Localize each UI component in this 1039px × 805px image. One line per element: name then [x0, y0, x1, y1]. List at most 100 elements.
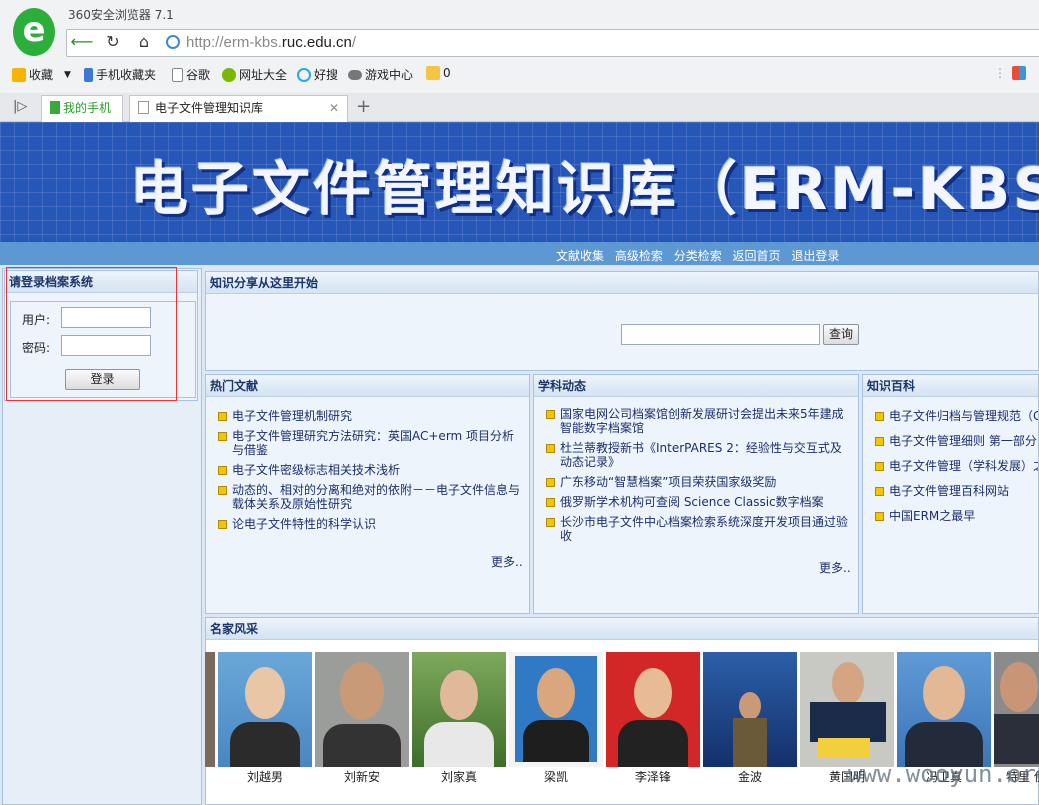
tab-my-phone[interactable]: 我的手机: [41, 95, 123, 122]
list-item[interactable]: 中国ERM之最早: [875, 509, 1032, 523]
globe-icon: [166, 35, 180, 49]
bookmark-label: 谷歌: [186, 68, 211, 82]
news-title: 学科动态: [534, 375, 858, 397]
bookmark-favorites[interactable]: 收藏 ▼: [12, 66, 71, 83]
bookmark-haosou[interactable]: 好搜: [297, 66, 338, 83]
bookmark-sites[interactable]: 网址大全: [222, 66, 287, 83]
back-icon[interactable]: ⟵: [70, 31, 94, 53]
bullet-icon: [218, 486, 227, 495]
list-item[interactable]: 广东移动“智慧档案”项目荣获国家级奖励: [546, 475, 852, 489]
expert-photo[interactable]: [897, 652, 991, 767]
tab-label: 我的手机: [63, 101, 112, 115]
menu-advanced-search[interactable]: 高级检索: [615, 249, 663, 263]
menu-collect[interactable]: 文献收集: [556, 249, 604, 263]
watermark: www.wooyun.org: [848, 760, 1039, 788]
list-item[interactable]: 国家电网公司档案馆创新发展研讨会提出未来5年建成智能数字档案馆: [546, 407, 852, 435]
page-icon: [138, 101, 149, 114]
expert-photo[interactable]: [412, 652, 506, 767]
news-panel: 学科动态 国家电网公司档案馆创新发展研讨会提出未来5年建成智能数字档案馆 杜兰蒂…: [533, 374, 859, 614]
tab-erm-kbs[interactable]: 电子文件管理知识库 ✕: [129, 95, 348, 122]
site-banner: 电子文件管理知识库（ERM-KBS: [0, 122, 1039, 242]
bullet-icon: [875, 487, 884, 496]
search-button[interactable]: 查询: [823, 324, 859, 345]
url-path: /: [351, 34, 357, 51]
url-scheme: http://erm-kbs.: [186, 34, 282, 51]
wiki-title: 知识百科: [863, 375, 1038, 397]
bullet-icon: [546, 410, 555, 419]
expert-photo[interactable]: [509, 652, 603, 767]
list-item[interactable]: 电子文件管理（学科发展）之: [875, 459, 1038, 473]
search-icon: [297, 67, 311, 82]
list-item[interactable]: 电子文件管理细则 第一部分: [875, 434, 1037, 448]
browser-logo-icon[interactable]: e: [13, 8, 55, 56]
list-item[interactable]: 电子文件密级标志相关技术浅析: [218, 463, 523, 477]
bookmark-mobile[interactable]: 手机收藏夹: [84, 66, 156, 83]
expert-photo[interactable]: [703, 652, 797, 767]
search-title: 知识分享从这里开始: [206, 272, 1038, 294]
list-item[interactable]: 论电子文件特性的科学认识: [218, 517, 523, 531]
bullet-icon: [875, 512, 884, 521]
highlight-box: [6, 267, 177, 401]
news-more-link[interactable]: 更多..: [819, 559, 851, 576]
home-icon[interactable]: ⌂: [132, 31, 156, 53]
menu-logout[interactable]: 退出登录: [791, 249, 839, 263]
bullet-icon: [546, 444, 555, 453]
list-item[interactable]: 电子文件管理研究方法研究：英国AC+erm 项目分析与借鉴: [218, 429, 523, 457]
expert-name[interactable]: 李泽锋: [606, 768, 700, 785]
extension-icon[interactable]: [1012, 66, 1026, 80]
bullet-icon: [546, 498, 555, 507]
sites-icon: [222, 67, 236, 82]
hot-more-link[interactable]: 更多..: [491, 553, 523, 570]
bookmark-label: 0: [443, 66, 451, 80]
url-text[interactable]: http://erm-kbs.ruc.edu.cn/: [186, 34, 356, 51]
bookmark-google[interactable]: 谷歌: [172, 66, 210, 83]
expert-photo[interactable]: [315, 652, 409, 767]
site-menu: 文献收集 高级检索 分类检索 返回首页 退出登录: [0, 242, 1039, 265]
expert-photo[interactable]: [994, 652, 1039, 767]
expert-name[interactable]: 梁凯: [509, 768, 603, 785]
phone-icon: [50, 101, 60, 114]
list-item[interactable]: 电子文件归档与管理规范（G: [875, 409, 1038, 423]
bookmark-label: 手机收藏夹: [96, 68, 157, 82]
tab-label: 电子文件管理知识库: [155, 101, 264, 115]
expert-photo[interactable]: [205, 652, 215, 767]
sidebar-toggle-icon[interactable]: |▷: [13, 99, 27, 114]
bookmark-label: 好搜: [314, 68, 339, 82]
new-tab-icon[interactable]: +: [356, 96, 371, 117]
more-icon[interactable]: ⋮: [994, 66, 1006, 80]
bookmark-games[interactable]: 游戏中心: [348, 66, 413, 83]
search-input[interactable]: [621, 324, 820, 345]
expert-photo[interactable]: [800, 652, 894, 767]
expert-name[interactable]: 金波: [703, 768, 797, 785]
refresh-icon[interactable]: ↻: [101, 31, 125, 53]
close-icon[interactable]: ✕: [329, 96, 339, 121]
bookmark-label: 网址大全: [239, 68, 288, 82]
list-item[interactable]: 杜兰蒂教授新书《InterPARES 2：经验性与交互式及动态记录》: [546, 441, 852, 469]
bookmark-folder[interactable]: 0: [426, 66, 451, 80]
page-icon: [172, 67, 183, 82]
expert-photo[interactable]: [218, 652, 312, 767]
expert-photo[interactable]: [606, 652, 700, 767]
bullet-icon: [218, 412, 227, 421]
url-host: ruc.edu.cn: [281, 34, 352, 51]
hot-panel: 热门文献 电子文件管理机制研究 电子文件管理研究方法研究：英国AC+erm 项目…: [205, 374, 530, 614]
bullet-icon: [546, 518, 555, 527]
list-item[interactable]: 动态的、相对的分离和绝对的依附－－电子文件信息与载体关系及原始性研究: [218, 483, 523, 511]
list-item[interactable]: 电子文件管理百科网站: [875, 484, 1032, 498]
menu-category-search[interactable]: 分类检索: [674, 249, 722, 263]
wiki-panel: 知识百科 电子文件归档与管理规范（G 电子文件管理细则 第一部分 电子文件管理（…: [862, 374, 1039, 614]
list-item[interactable]: 俄罗斯学术机构可查阅 Science Classic数字档案: [546, 495, 852, 509]
expert-name[interactable]: 刘家真: [412, 768, 506, 785]
list-item[interactable]: 电子文件管理机制研究: [218, 409, 523, 423]
list-item[interactable]: 长沙市电子文件中心档案检索系统深度开发项目通过验收: [546, 515, 852, 543]
folder-icon: [426, 66, 440, 80]
bullet-icon: [875, 437, 884, 446]
expert-name[interactable]: 刘越男: [218, 768, 312, 785]
phone-icon: [84, 67, 93, 82]
menu-home[interactable]: 返回首页: [733, 249, 781, 263]
dropdown-icon[interactable]: ▼: [64, 70, 71, 80]
bullet-icon: [218, 520, 227, 529]
gamepad-icon: [348, 69, 362, 80]
bullet-icon: [875, 412, 884, 421]
expert-name[interactable]: 刘新安: [315, 768, 409, 785]
